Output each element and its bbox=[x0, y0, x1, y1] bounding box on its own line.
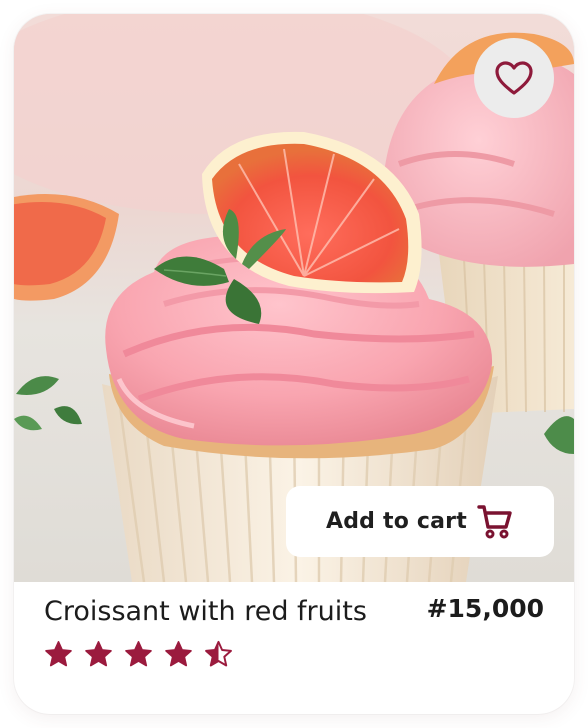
product-image: Add to cart bbox=[14, 14, 574, 582]
star-icon bbox=[125, 641, 152, 667]
star-icon bbox=[165, 641, 192, 667]
star-icon bbox=[85, 641, 112, 667]
product-card[interactable]: Add to cart Croissant with red fruits #1… bbox=[14, 14, 574, 714]
heart-icon bbox=[495, 61, 533, 95]
cart-icon bbox=[477, 505, 512, 539]
rating-stars bbox=[44, 640, 233, 668]
add-to-cart-label: Add to cart bbox=[326, 509, 467, 534]
product-price: #15,000 bbox=[426, 594, 544, 623]
product-name: Croissant with red fruits bbox=[44, 596, 367, 627]
add-to-cart-button[interactable]: Add to cart bbox=[286, 486, 554, 557]
half-star-icon bbox=[205, 640, 232, 667]
favorite-button[interactable] bbox=[474, 38, 554, 118]
product-info: Croissant with red fruits #15,000 bbox=[14, 582, 574, 714]
star-icon bbox=[45, 641, 72, 667]
